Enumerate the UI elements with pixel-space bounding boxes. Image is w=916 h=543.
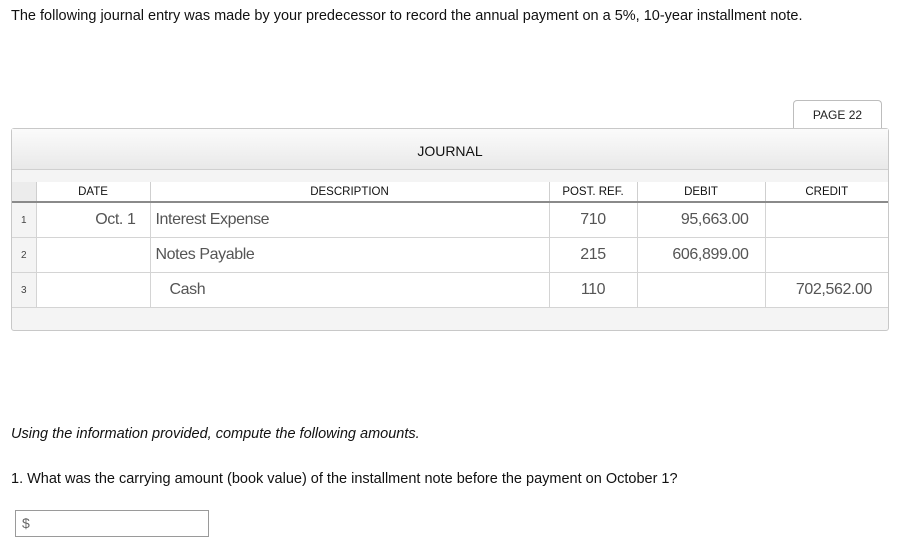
debit-column-header: DEBIT	[636, 182, 765, 203]
journal-table: DATE DESCRIPTION POST. REF. DEBIT CREDIT…	[12, 182, 888, 308]
answer-1-input[interactable]	[36, 513, 208, 536]
dollar-sign-icon: $	[22, 515, 30, 531]
description-cell[interactable]: Interest Expense	[149, 202, 549, 238]
row-number-header	[12, 182, 36, 203]
credit-cell[interactable]: 702,562.00	[764, 272, 888, 308]
credit-column-header: CREDIT	[764, 182, 888, 203]
post-ref-cell[interactable]: 110	[548, 272, 637, 308]
date-cell[interactable]	[35, 272, 150, 308]
post-ref-cell[interactable]: 215	[548, 237, 637, 273]
row-number: 3	[12, 272, 36, 308]
table-row: 2 Notes Payable 215 606,899.00	[12, 237, 888, 273]
question-1-text: 1. What was the carrying amount (book va…	[11, 471, 678, 487]
page-label: PAGE 22	[793, 100, 882, 128]
debit-cell[interactable]: 95,663.00	[636, 202, 765, 238]
date-column-header: DATE	[35, 182, 150, 203]
date-cell[interactable]: Oct. 1	[35, 202, 150, 238]
post-ref-column-header: POST. REF.	[548, 182, 637, 203]
description-cell[interactable]: Notes Payable	[149, 237, 549, 273]
table-row: 1 Oct. 1 Interest Expense 710 95,663.00	[12, 202, 888, 238]
journal-panel: JOURNAL DATE DESCRIPTION POST. REF. DEBI…	[11, 128, 889, 331]
table-row: 3 Cash 110 702,562.00	[12, 272, 888, 308]
intro-text: The following journal entry was made by …	[11, 8, 803, 24]
row-number: 2	[12, 237, 36, 273]
debit-cell[interactable]	[636, 272, 765, 308]
credit-cell[interactable]	[764, 237, 888, 273]
post-ref-cell[interactable]: 710	[548, 202, 637, 238]
instructions-text: Using the information provided, compute …	[11, 426, 420, 442]
debit-cell[interactable]: 606,899.00	[636, 237, 765, 273]
answer-1-field[interactable]: $	[15, 510, 209, 537]
description-cell[interactable]: Cash	[149, 272, 549, 308]
journal-header: JOURNAL	[12, 129, 888, 170]
row-number: 1	[12, 202, 36, 238]
date-cell[interactable]	[35, 237, 150, 273]
credit-cell[interactable]	[764, 202, 888, 238]
description-column-header: DESCRIPTION	[149, 182, 549, 203]
journal-header-row: DATE DESCRIPTION POST. REF. DEBIT CREDIT	[12, 182, 888, 203]
journal-title: JOURNAL	[417, 143, 483, 159]
